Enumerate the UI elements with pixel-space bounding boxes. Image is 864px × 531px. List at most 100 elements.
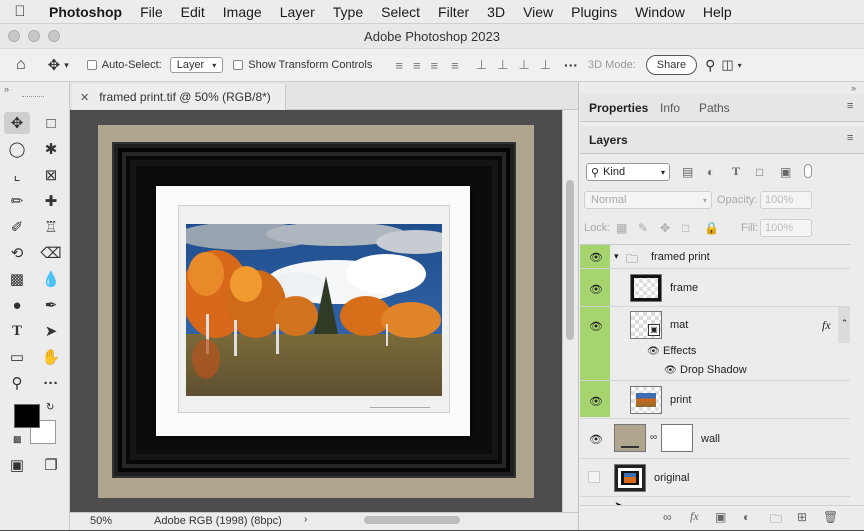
layer-name-frame[interactable]: frame	[670, 282, 698, 294]
new-group-icon[interactable]: 🗀	[770, 510, 782, 531]
menu-filter[interactable]: Filter	[429, 4, 478, 20]
share-button[interactable]: Share	[645, 55, 698, 75]
apple-icon[interactable]: 	[0, 3, 40, 20]
eye-icon[interactable]: 👁	[589, 433, 603, 446]
lasso-tool-icon[interactable]: ◯	[4, 138, 30, 160]
more-tools-icon[interactable]: ···	[38, 372, 64, 394]
layer-frame-row[interactable]	[580, 269, 850, 307]
distribute-icon[interactable]: ≡	[451, 58, 459, 73]
workspace-icon[interactable]: ◫	[721, 57, 733, 73]
lock-position-icon[interactable]: ✥	[660, 221, 670, 235]
pen-tool-icon[interactable]: ✒	[38, 294, 64, 316]
menu-help[interactable]: Help	[694, 4, 741, 20]
menu-plugins[interactable]: Plugins	[562, 4, 626, 20]
collapse-panel-icon[interactable]: »	[4, 84, 9, 94]
layer-effects-row[interactable]	[580, 343, 850, 361]
lock-all-icon[interactable]: 🔒	[704, 221, 719, 235]
lock-transparent-icon[interactable]: ▦	[616, 221, 627, 235]
menu-window[interactable]: Window	[626, 4, 694, 20]
menu-layer[interactable]: Layer	[271, 4, 324, 20]
layer-name-mat[interactable]: mat	[670, 319, 688, 331]
menu-file[interactable]: File	[131, 4, 172, 20]
lock-artboard-icon[interactable]: □	[682, 221, 689, 235]
rectangle-tool-icon[interactable]: ▭	[4, 346, 30, 368]
search-icon[interactable]: ⚲	[705, 57, 715, 74]
menu-view[interactable]: View	[514, 4, 562, 20]
close-tab-icon[interactable]: ✕	[80, 91, 89, 104]
panel-menu-icon[interactable]: ≡	[847, 100, 853, 112]
healing-brush-tool-icon[interactable]: ✚	[38, 190, 64, 212]
auto-select-checkbox[interactable]	[86, 60, 97, 70]
new-adjustment-icon[interactable]: ◐	[743, 510, 750, 524]
eye-icon[interactable]: 👁	[589, 283, 603, 296]
stamp-tool-icon[interactable]: ♖	[38, 216, 64, 238]
history-brush-tool-icon[interactable]: ⟲	[4, 242, 30, 264]
filter-type-icon[interactable]: T	[732, 164, 740, 179]
filter-pixel-icon[interactable]: ▤	[682, 165, 693, 179]
auto-select-dropdown[interactable]: Layer ▾	[169, 57, 224, 73]
frame-tool-icon[interactable]: ⊠	[38, 164, 64, 186]
panel-grip[interactable]	[22, 96, 44, 98]
align-right-icon[interactable]: ≡	[431, 58, 439, 73]
link-icon[interactable]: ∞	[650, 432, 657, 443]
tab-paths[interactable]: Paths	[699, 101, 730, 115]
marquee-tool-icon[interactable]: □	[38, 112, 64, 134]
more-options-icon[interactable]: ···	[564, 57, 578, 73]
tab-layers[interactable]: Layers	[589, 133, 628, 147]
chevron-down-icon[interactable]: ▾	[64, 60, 69, 71]
foreground-color-swatch-top[interactable]	[14, 404, 40, 428]
quick-mask-icon[interactable]: ▣	[4, 454, 30, 476]
distribute-vertical-icon[interactable]: ⊥	[540, 57, 551, 73]
fill-field[interactable]: 100%	[760, 219, 812, 237]
show-transform-checkbox[interactable]	[233, 60, 244, 70]
blur-tool-icon[interactable]: 💧	[38, 268, 64, 290]
layer-mask-thumbnail-wall[interactable]	[661, 424, 693, 452]
add-mask-icon[interactable]: ▣	[715, 510, 726, 524]
align-bottom-icon[interactable]: ⊥	[518, 57, 529, 73]
eye-icon[interactable]: 👁	[647, 346, 660, 357]
swap-colors-icon[interactable]: ↻	[46, 402, 54, 413]
menu-image[interactable]: Image	[214, 4, 271, 20]
menu-app-name[interactable]: Photoshop	[40, 4, 131, 20]
zoom-level[interactable]: 50%	[90, 515, 112, 527]
minimize-window-button[interactable]	[28, 30, 40, 42]
eraser-tool-icon[interactable]: ⌫	[38, 242, 64, 264]
layer-name-wall[interactable]: wall	[701, 433, 720, 445]
vertical-scroll-thumb[interactable]	[566, 180, 574, 340]
add-style-icon[interactable]: fx	[690, 509, 699, 524]
layers-panel-menu-icon[interactable]: ≡	[847, 132, 853, 144]
type-tool-icon[interactable]: T	[4, 320, 30, 342]
horizontal-scroll-thumb[interactable]	[364, 516, 460, 524]
crop-tool-icon[interactable]: ⌞	[4, 164, 30, 186]
align-middle-icon[interactable]: ⊥	[497, 57, 508, 73]
filter-shape-icon[interactable]: □	[756, 165, 763, 179]
screen-mode-icon[interactable]: ❐	[38, 454, 64, 476]
layer-name-original[interactable]: original	[654, 472, 689, 484]
zoom-tool-icon[interactable]: ⚲	[4, 372, 30, 394]
align-left-icon[interactable]: ≡	[395, 58, 403, 73]
effects-toggle-icon[interactable]: ⌃	[839, 318, 850, 329]
layer-name-print[interactable]: print	[670, 394, 691, 406]
link-layers-icon[interactable]: ∞	[663, 510, 672, 524]
close-window-button[interactable]	[8, 30, 20, 42]
layer-group-row[interactable]	[580, 245, 850, 269]
fx-badge[interactable]: fx	[822, 318, 831, 333]
document-tab[interactable]: ✕ framed print.tif @ 50% (RGB/8*)	[72, 84, 286, 110]
brush-tool-icon[interactable]: ✐	[4, 216, 30, 238]
visibility-toggle-off[interactable]	[588, 471, 600, 483]
layer-print-row[interactable]	[580, 381, 850, 419]
chevron-down-icon[interactable]: ▾	[614, 251, 619, 262]
eye-icon[interactable]: 👁	[589, 395, 603, 408]
layer-mat-row[interactable]	[580, 307, 850, 343]
collapse-dock-icon[interactable]: »	[851, 83, 856, 93]
status-expand-icon[interactable]: ›	[304, 514, 307, 525]
zoom-window-button[interactable]	[48, 30, 60, 42]
filter-smart-object-icon[interactable]: ▣	[780, 165, 791, 179]
path-selection-tool-icon[interactable]: ➤	[38, 320, 64, 342]
menu-3d[interactable]: 3D	[478, 4, 514, 20]
default-colors-icon[interactable]: ▩	[13, 434, 22, 445]
quick-select-tool-icon[interactable]: ✱	[38, 138, 64, 160]
tab-properties[interactable]: Properties	[589, 101, 648, 115]
hand-tool-icon[interactable]: ✋	[38, 346, 64, 368]
opacity-field[interactable]: 100%	[760, 191, 812, 209]
